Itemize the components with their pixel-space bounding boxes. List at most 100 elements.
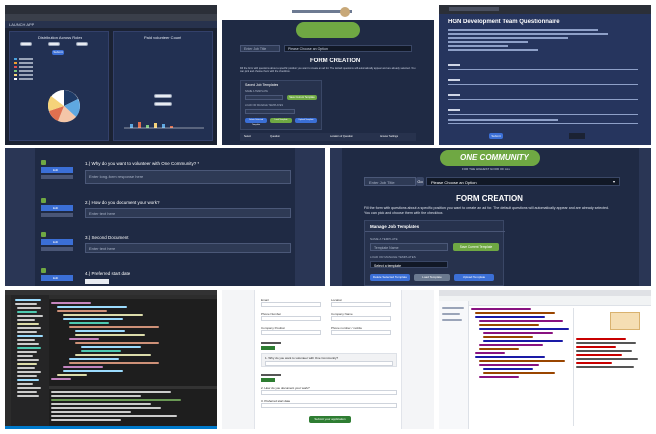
delete-template-button[interactable]: Delete Selected Template (245, 118, 267, 126)
nav-tab-label[interactable]: LAUNCH APP (9, 22, 34, 27)
field-label (448, 94, 460, 96)
terminal-output[interactable] (51, 391, 211, 425)
email-field[interactable] (261, 302, 321, 307)
question-checkbox[interactable] (41, 198, 46, 203)
template-name-input[interactable]: Template Name (370, 243, 448, 251)
question-edit-button[interactable]: Edit (41, 167, 73, 173)
question-text: 1.) Why do you want to volunteer with On… (85, 161, 200, 166)
question-answer-input[interactable]: Enter text here (85, 243, 291, 253)
filter-select[interactable] (76, 42, 88, 46)
submit-button[interactable]: Submit (52, 50, 64, 55)
save-template-button[interactable]: Save Current Template (453, 243, 499, 251)
clear-button[interactable] (569, 133, 585, 139)
legend (14, 58, 33, 80)
delete-template-button[interactable]: Delete Selected Template (370, 274, 410, 281)
filter-select[interactable] (20, 42, 32, 46)
go-button[interactable]: Go (416, 177, 424, 186)
filter-select[interactable] (48, 42, 60, 46)
form-description: Fill the form with questions about a spe… (240, 67, 416, 73)
question-answer-input[interactable]: Enter text here (85, 208, 291, 218)
panel-tabs[interactable] (49, 386, 217, 389)
page-preview (439, 301, 469, 429)
elements-panel[interactable] (471, 308, 571, 426)
question-text (448, 119, 558, 121)
editor-tabs[interactable] (49, 295, 217, 299)
right-chart-panel: Paid volunteer Count (113, 31, 213, 141)
question-edit-button[interactable]: Edit (41, 239, 73, 245)
field-underline[interactable] (448, 99, 638, 100)
company-name-field[interactable] (331, 316, 391, 321)
question-checkbox[interactable] (41, 160, 46, 165)
tile-application-form: Email Location Phone Number Company Name… (222, 290, 434, 429)
question-text: 2.) How do you document your work? (85, 200, 160, 205)
question-answer-input[interactable] (261, 390, 397, 395)
option-select[interactable]: Please Choose an Option (284, 45, 412, 52)
tile-dashboard-charts: LAUNCH APP Distribution Across Roles Sub… (5, 5, 217, 145)
attachment-button[interactable] (261, 378, 275, 382)
location-field[interactable] (331, 302, 391, 307)
option-select[interactable]: Please Choose an Option ▾ (426, 177, 620, 186)
bar (138, 122, 141, 128)
panel-divider[interactable] (573, 308, 574, 426)
upload-template-button[interactable]: Upload Template (295, 118, 317, 123)
bar (146, 125, 149, 128)
submit-button[interactable]: Submit (489, 133, 503, 139)
question-answer-input[interactable]: Enter long-form response here (85, 170, 291, 184)
intro-text (448, 49, 538, 51)
upload-template-button[interactable]: Upload Template (454, 274, 494, 281)
code-area[interactable] (51, 302, 211, 382)
company-position-field[interactable] (261, 330, 321, 335)
pie-chart (14, 58, 80, 123)
question-edit-button[interactable]: Edit (41, 275, 73, 281)
tile-questions-list: Edit 1.) Why do you want to volunteer wi… (5, 148, 325, 286)
field-underline[interactable] (448, 69, 638, 70)
template-name-input[interactable] (245, 95, 283, 100)
date-input[interactable] (154, 94, 172, 98)
date-input[interactable] (85, 279, 109, 284)
question-edit-button[interactable]: Edit (41, 205, 73, 211)
right-chart-title: Paid volunteer Count (144, 35, 182, 40)
right-margin (639, 148, 651, 286)
load-template-button[interactable]: Load Template (414, 274, 450, 281)
question-answer-input[interactable] (265, 361, 393, 366)
page-title: FORM CREATION (310, 58, 361, 64)
intro-text (448, 29, 598, 31)
styles-panel[interactable] (576, 308, 648, 426)
question-settings-button[interactable] (41, 247, 73, 251)
question-settings-button[interactable] (41, 175, 73, 179)
save-template-button[interactable]: Save Current Template (287, 95, 317, 100)
mobile-field[interactable] (331, 330, 391, 335)
devtools-tabs[interactable] (469, 301, 651, 306)
question-checkbox[interactable] (41, 232, 46, 237)
chevron-down-icon: ▾ (613, 179, 616, 184)
field-label (448, 79, 460, 81)
job-title-input[interactable]: Enter Job Title (240, 45, 280, 52)
questions-table-header: Select Question Location of Question Ans… (240, 133, 416, 141)
date-input[interactable] (261, 403, 397, 408)
question-settings-button[interactable] (41, 213, 73, 217)
date-input[interactable] (154, 102, 172, 106)
field-label (448, 64, 460, 66)
template-select[interactable] (245, 109, 295, 114)
load-template-button[interactable]: Load Template (270, 118, 292, 123)
top-nav (222, 5, 434, 20)
address-bar[interactable] (449, 7, 499, 11)
field-underline[interactable] (448, 84, 638, 85)
browser-addressbar[interactable] (5, 14, 217, 21)
upload-button[interactable] (261, 346, 275, 350)
question-checkbox[interactable] (41, 268, 46, 273)
intro-text (448, 41, 528, 43)
intro-text (448, 37, 568, 39)
phone-field[interactable] (261, 316, 321, 321)
manage-templates-panel: Manage Job Templates NAME A TEMPLATE Tem… (364, 220, 505, 286)
avatar[interactable] (340, 7, 350, 17)
field-underline[interactable] (448, 114, 638, 115)
job-title-input[interactable]: Enter Job Title (364, 177, 416, 186)
form-description: You can pick and choose them with the ch… (364, 211, 444, 215)
submit-application-button[interactable]: Submit your application (309, 416, 351, 423)
tile-code-editor (5, 290, 217, 429)
field-underline[interactable] (448, 123, 638, 124)
template-select[interactable]: Select a template (370, 261, 448, 268)
tile-devtools (439, 290, 651, 429)
tile-questionnaire: HGN Development Team Questionnaire Submi… (439, 5, 651, 145)
